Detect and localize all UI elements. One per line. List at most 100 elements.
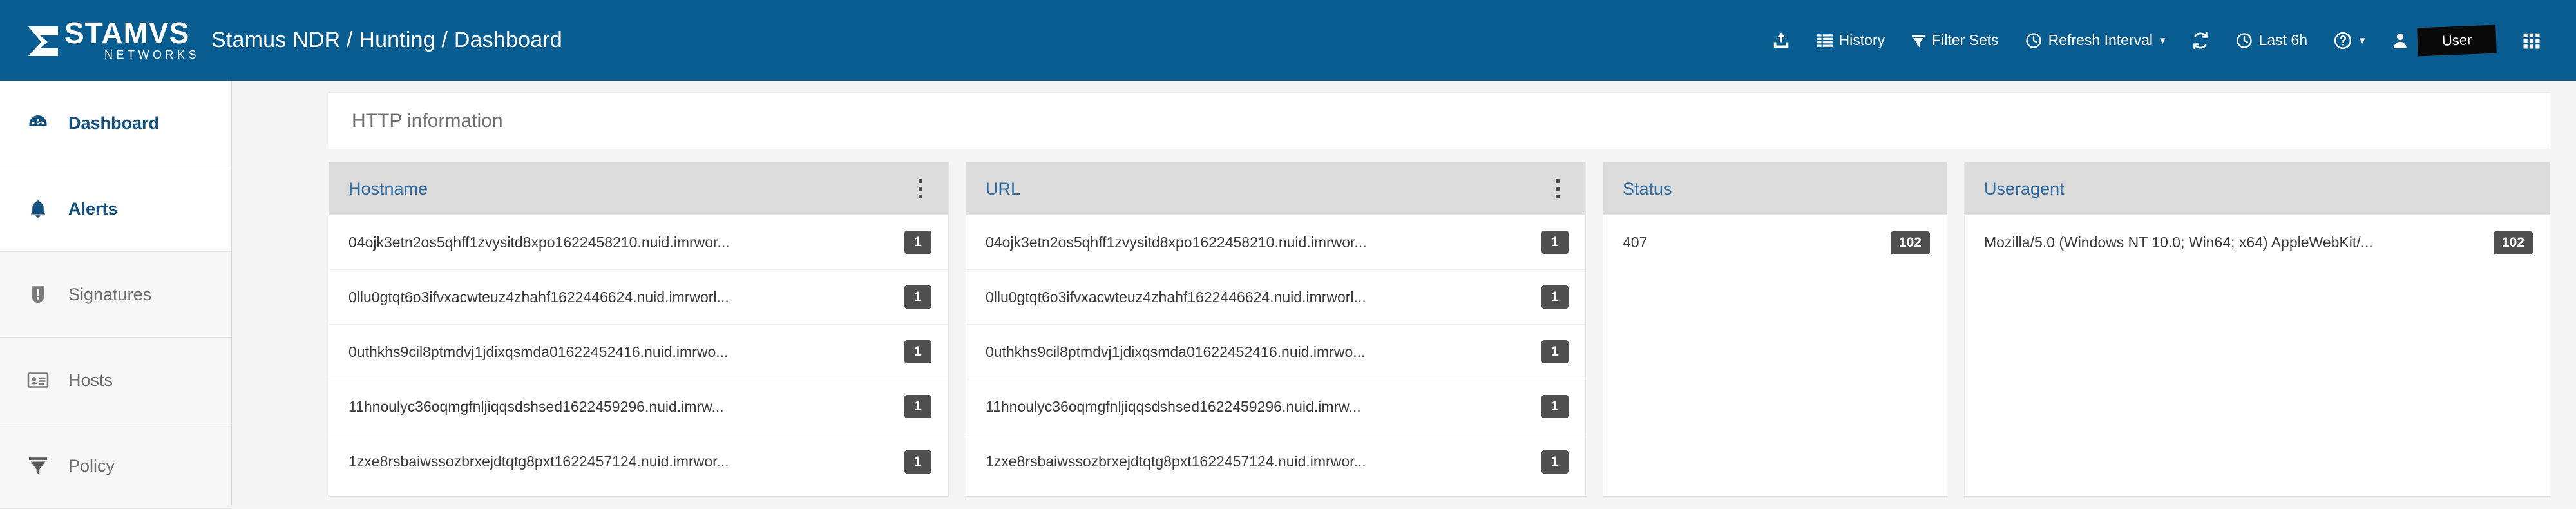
count-badge: 1 bbox=[1541, 450, 1569, 474]
filter-sets-label: Filter Sets bbox=[1932, 32, 1999, 48]
time-range-label: Last 6h bbox=[2258, 32, 2307, 48]
count-badge: 102 bbox=[1890, 231, 1930, 254]
count-badge: 1 bbox=[904, 340, 931, 363]
column-body-useragent: Mozilla/5.0 (Windows NT 10.0; Win64; x64… bbox=[1965, 215, 2550, 496]
shield-icon bbox=[24, 283, 52, 305]
count-badge: 1 bbox=[1541, 340, 1569, 363]
count-badge: 102 bbox=[2493, 231, 2533, 254]
page-title: Stamus NDR / Hunting / Dashboard bbox=[211, 28, 562, 52]
column-header-label: URL bbox=[986, 178, 1021, 198]
cell-value: 0llu0gtqt6o3ifvxacwteuz4zhahf1622446624.… bbox=[348, 288, 729, 305]
help-dropdown[interactable]: ▾ bbox=[2320, 0, 2378, 81]
upload-button[interactable] bbox=[1759, 0, 1804, 81]
table-row[interactable]: 1zxe8rsbaiwssozbrxejdtqtg8pxt1622457124.… bbox=[966, 434, 1585, 489]
cell-value: 11hnoulyc36oqmgfnljiqqsdshsed1622459296.… bbox=[986, 398, 1361, 415]
sidebar: Dashboard Alerts Signatures Hosts Policy bbox=[0, 81, 232, 509]
history-label: History bbox=[1838, 32, 1885, 48]
count-badge: 1 bbox=[904, 450, 931, 474]
main-content: HTTP information Hostname 04ojk3etn2os5q… bbox=[232, 81, 2576, 505]
panel-title: HTTP information bbox=[329, 92, 2550, 149]
count-badge: 1 bbox=[1541, 395, 1569, 418]
table-row[interactable]: 407 102 bbox=[1603, 215, 1947, 270]
sidebar-item-label: Alerts bbox=[68, 198, 118, 218]
time-range-button[interactable]: Last 6h bbox=[2222, 0, 2320, 81]
user-icon bbox=[2391, 32, 2409, 50]
table-row[interactable]: Mozilla/5.0 (Windows NT 10.0; Win64; x64… bbox=[1965, 215, 2550, 270]
username-redaction: User bbox=[2416, 24, 2497, 56]
sidebar-item-signatures[interactable]: Signatures bbox=[0, 252, 231, 338]
filter-icon bbox=[1911, 32, 1926, 49]
help-icon bbox=[2333, 31, 2352, 50]
column-url: URL 04ojk3etn2os5qhff1zvysitd8xpo1622458… bbox=[966, 162, 1586, 497]
cell-value: 04ojk3etn2os5qhff1zvysitd8xpo1622458210.… bbox=[986, 233, 1367, 251]
count-badge: 1 bbox=[1541, 231, 1569, 254]
sidebar-item-alerts[interactable]: Alerts bbox=[0, 166, 231, 252]
cell-value: 11hnoulyc36oqmgfnljiqqsdshsed1622459296.… bbox=[348, 398, 724, 415]
column-header-url: URL bbox=[966, 162, 1585, 215]
column-header-useragent: Useragent bbox=[1965, 162, 2550, 215]
cell-value: 0llu0gtqt6o3ifvxacwteuz4zhahf1622446624.… bbox=[986, 288, 1366, 305]
table-row[interactable]: 1zxe8rsbaiwssozbrxejdtqtg8pxt1622457124.… bbox=[329, 434, 948, 489]
count-badge: 1 bbox=[904, 395, 931, 418]
sidebar-item-label: Dashboard bbox=[68, 113, 160, 133]
table-row[interactable]: 0uthkhs9cil8ptmdvj1jdixqsmda01622452416.… bbox=[329, 325, 948, 379]
upload-icon bbox=[1771, 31, 1791, 50]
history-icon bbox=[1817, 32, 1833, 49]
clock-icon bbox=[2235, 32, 2253, 50]
column-body-status: 407 102 bbox=[1603, 215, 1947, 496]
refresh-interval-dropdown[interactable]: Refresh Interval ▾ bbox=[2012, 0, 2179, 81]
cell-value: 1zxe8rsbaiwssozbrxejdtqtg8pxt1622457124.… bbox=[348, 453, 729, 470]
table-row[interactable]: 0llu0gtqt6o3ifvxacwteuz4zhahf1622446624.… bbox=[966, 270, 1585, 325]
sidebar-item-dashboard[interactable]: Dashboard bbox=[0, 81, 231, 166]
app-grid-button[interactable] bbox=[2509, 0, 2554, 81]
table-row[interactable]: 04ojk3etn2os5qhff1zvysitd8xpo1622458210.… bbox=[966, 215, 1585, 270]
column-menu-icon[interactable] bbox=[1549, 176, 1566, 202]
sidebar-item-policy[interactable]: Policy bbox=[0, 423, 231, 509]
cell-value: Mozilla/5.0 (Windows NT 10.0; Win64; x64… bbox=[1984, 234, 2373, 251]
column-hostname: Hostname 04ojk3etn2os5qhff1zvysitd8xpo16… bbox=[329, 162, 949, 497]
count-badge: 1 bbox=[1541, 285, 1569, 309]
table-row[interactable]: 0llu0gtqt6o3ifvxacwteuz4zhahf1622446624.… bbox=[329, 270, 948, 325]
filter-sets-button[interactable]: Filter Sets bbox=[1898, 0, 2012, 81]
stamus-logo-icon bbox=[26, 23, 61, 59]
column-header-label: Hostname bbox=[348, 178, 428, 198]
count-badge: 1 bbox=[904, 285, 931, 309]
sidebar-item-label: Hosts bbox=[68, 370, 113, 390]
gauge-icon bbox=[24, 111, 52, 135]
cell-value: 0uthkhs9cil8ptmdvj1jdixqsmda01622452416.… bbox=[986, 343, 1366, 360]
table-row[interactable]: 0uthkhs9cil8ptmdvj1jdixqsmda01622452416.… bbox=[966, 325, 1585, 379]
top-bar: STAMVS NETWORKS Stamus NDR / Hunting / D… bbox=[0, 0, 2576, 81]
column-header-status: Status bbox=[1603, 162, 1947, 215]
cell-value: 0uthkhs9cil8ptmdvj1jdixqsmda01622452416.… bbox=[348, 343, 729, 360]
bell-icon bbox=[24, 198, 52, 220]
clock-icon bbox=[2025, 32, 2043, 50]
brand-logo[interactable]: STAMVS NETWORKS bbox=[0, 16, 196, 62]
refresh-button[interactable] bbox=[2179, 0, 2222, 81]
column-menu-icon[interactable] bbox=[912, 176, 929, 202]
count-badge: 1 bbox=[904, 231, 931, 254]
column-header-label: Useragent bbox=[1984, 178, 2065, 198]
column-status: Status 407 102 bbox=[1603, 162, 1947, 497]
column-body-url: 04ojk3etn2os5qhff1zvysitd8xpo1622458210.… bbox=[966, 215, 1585, 496]
table-row[interactable]: 11hnoulyc36oqmgfnljiqqsdshsed1622459296.… bbox=[329, 379, 948, 434]
logo-subtext: NETWORKS bbox=[104, 48, 200, 61]
table-row[interactable]: 11hnoulyc36oqmgfnljiqqsdshsed1622459296.… bbox=[966, 379, 1585, 434]
user-menu[interactable]: User bbox=[2378, 0, 2509, 81]
refresh-icon bbox=[2191, 32, 2209, 50]
history-button[interactable]: History bbox=[1804, 0, 1898, 81]
column-body-hostname: 04ojk3etn2os5qhff1zvysitd8xpo1622458210.… bbox=[329, 215, 948, 496]
top-bar-actions: History Filter Sets Refresh Interval ▾ L… bbox=[1759, 0, 2576, 81]
chevron-down-icon: ▾ bbox=[2160, 34, 2166, 46]
chevron-down-icon: ▾ bbox=[2360, 34, 2365, 46]
column-header-hostname: Hostname bbox=[329, 162, 948, 215]
column-useragent: Useragent Mozilla/5.0 (Windows NT 10.0; … bbox=[1964, 162, 2550, 497]
sidebar-item-hosts[interactable]: Hosts bbox=[0, 338, 231, 423]
refresh-interval-label: Refresh Interval bbox=[2048, 32, 2153, 48]
columns-container: Hostname 04ojk3etn2os5qhff1zvysitd8xpo16… bbox=[329, 162, 2550, 497]
cell-value: 04ojk3etn2os5qhff1zvysitd8xpo1622458210.… bbox=[348, 233, 730, 251]
funnel-icon bbox=[24, 455, 52, 477]
cell-value: 407 bbox=[1623, 234, 1648, 251]
logo-wordmark: STAMVS bbox=[64, 16, 190, 50]
column-header-label: Status bbox=[1623, 178, 1672, 198]
table-row[interactable]: 04ojk3etn2os5qhff1zvysitd8xpo1622458210.… bbox=[329, 215, 948, 270]
